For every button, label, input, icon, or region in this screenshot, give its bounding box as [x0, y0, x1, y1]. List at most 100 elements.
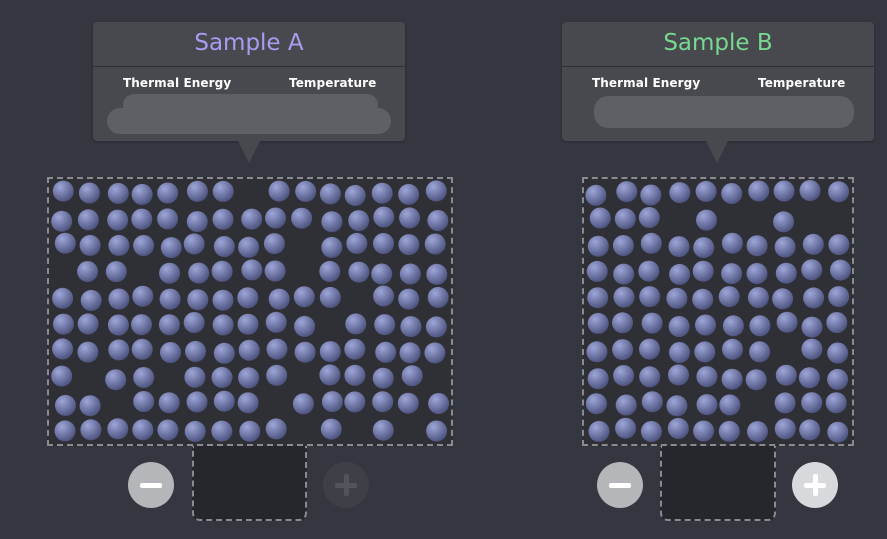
- particle: [160, 342, 181, 363]
- particle: [398, 183, 420, 205]
- particle: [424, 233, 446, 255]
- particle: [319, 341, 341, 363]
- particle: [588, 420, 610, 442]
- particle: [344, 391, 366, 413]
- particle: [108, 234, 130, 256]
- particle: [696, 366, 718, 388]
- particle: [52, 338, 74, 360]
- particle: [428, 393, 450, 414]
- particle: [426, 263, 448, 285]
- particle: [373, 233, 394, 254]
- particle: [266, 364, 288, 386]
- particle: [695, 314, 716, 336]
- particle: [826, 312, 848, 333]
- particle: [587, 287, 609, 309]
- particle: [321, 391, 343, 413]
- temperature-label: Temperature: [758, 76, 846, 90]
- particle: [159, 262, 181, 284]
- particle: [693, 237, 715, 259]
- sample-b-heat-slot[interactable]: [660, 446, 776, 521]
- particle: [721, 368, 743, 390]
- particle: [319, 364, 341, 386]
- particle: [614, 208, 636, 230]
- particle: [183, 233, 205, 255]
- particle: [613, 286, 635, 308]
- redacted-value: [107, 108, 391, 134]
- particle: [319, 260, 341, 282]
- particle: [773, 180, 795, 202]
- particle: [426, 420, 448, 442]
- particle: [160, 237, 182, 259]
- particle: [157, 182, 179, 204]
- particle: [77, 209, 99, 231]
- sample-a-heat-slot[interactable]: [192, 446, 307, 521]
- particle: [721, 232, 743, 254]
- particle: [801, 259, 823, 281]
- particle: [294, 315, 316, 337]
- particle: [746, 235, 768, 257]
- particle: [425, 180, 447, 202]
- sample-b-info-panel: Sample B Thermal Energy Temperature: [562, 22, 874, 141]
- particle: [801, 338, 823, 360]
- particle: [747, 421, 768, 443]
- particle: [80, 419, 102, 441]
- particle: [774, 236, 796, 258]
- particle: [776, 311, 798, 333]
- particle: [696, 209, 717, 231]
- particle: [295, 180, 317, 202]
- particle: [401, 365, 423, 387]
- particle: [187, 289, 209, 311]
- particle: [775, 262, 797, 284]
- particle: [745, 369, 767, 391]
- particle: [615, 394, 637, 416]
- particle: [692, 288, 714, 310]
- particle: [371, 182, 393, 204]
- particle: [241, 208, 263, 230]
- particle: [212, 289, 234, 311]
- sample-b-remove-button[interactable]: [597, 462, 643, 508]
- particle: [615, 417, 637, 439]
- particle: [718, 286, 740, 308]
- sample-b-title: Sample B: [663, 30, 773, 56]
- panel-divider: [562, 66, 874, 67]
- particle: [105, 369, 127, 391]
- particle: [799, 419, 821, 441]
- minus-icon: [140, 482, 162, 488]
- particle: [668, 364, 689, 386]
- particle: [641, 391, 663, 413]
- particle: [399, 263, 421, 285]
- particle: [78, 182, 100, 204]
- particle: [80, 289, 102, 311]
- particle: [79, 234, 101, 256]
- sample-a-info-panel: Sample A Thermal Energy Temperature: [93, 22, 405, 141]
- particle: [827, 342, 849, 364]
- sample-a-add-button[interactable]: [323, 462, 369, 508]
- particle: [291, 207, 313, 229]
- particle: [51, 365, 73, 387]
- particle: [77, 341, 99, 363]
- particle: [157, 419, 179, 441]
- sample-b-add-button[interactable]: [792, 462, 838, 508]
- temperature-label: Temperature: [289, 76, 377, 90]
- particle: [238, 367, 260, 389]
- particle: [640, 232, 662, 254]
- particle: [668, 316, 690, 337]
- particle: [772, 288, 794, 310]
- particle: [158, 314, 180, 336]
- sample-a-remove-button[interactable]: [128, 462, 174, 508]
- particle: [666, 395, 688, 417]
- particle: [825, 392, 847, 414]
- particle: [373, 206, 395, 228]
- particle: [213, 342, 235, 364]
- particle: [721, 263, 743, 285]
- particle: [374, 314, 396, 336]
- particle: [587, 368, 609, 390]
- particle: [131, 314, 152, 336]
- particle: [263, 233, 285, 255]
- particle: [133, 391, 155, 412]
- particle: [375, 341, 397, 363]
- particle: [425, 316, 447, 338]
- particle: [348, 261, 370, 283]
- particle: [211, 260, 233, 282]
- particle: [131, 208, 153, 230]
